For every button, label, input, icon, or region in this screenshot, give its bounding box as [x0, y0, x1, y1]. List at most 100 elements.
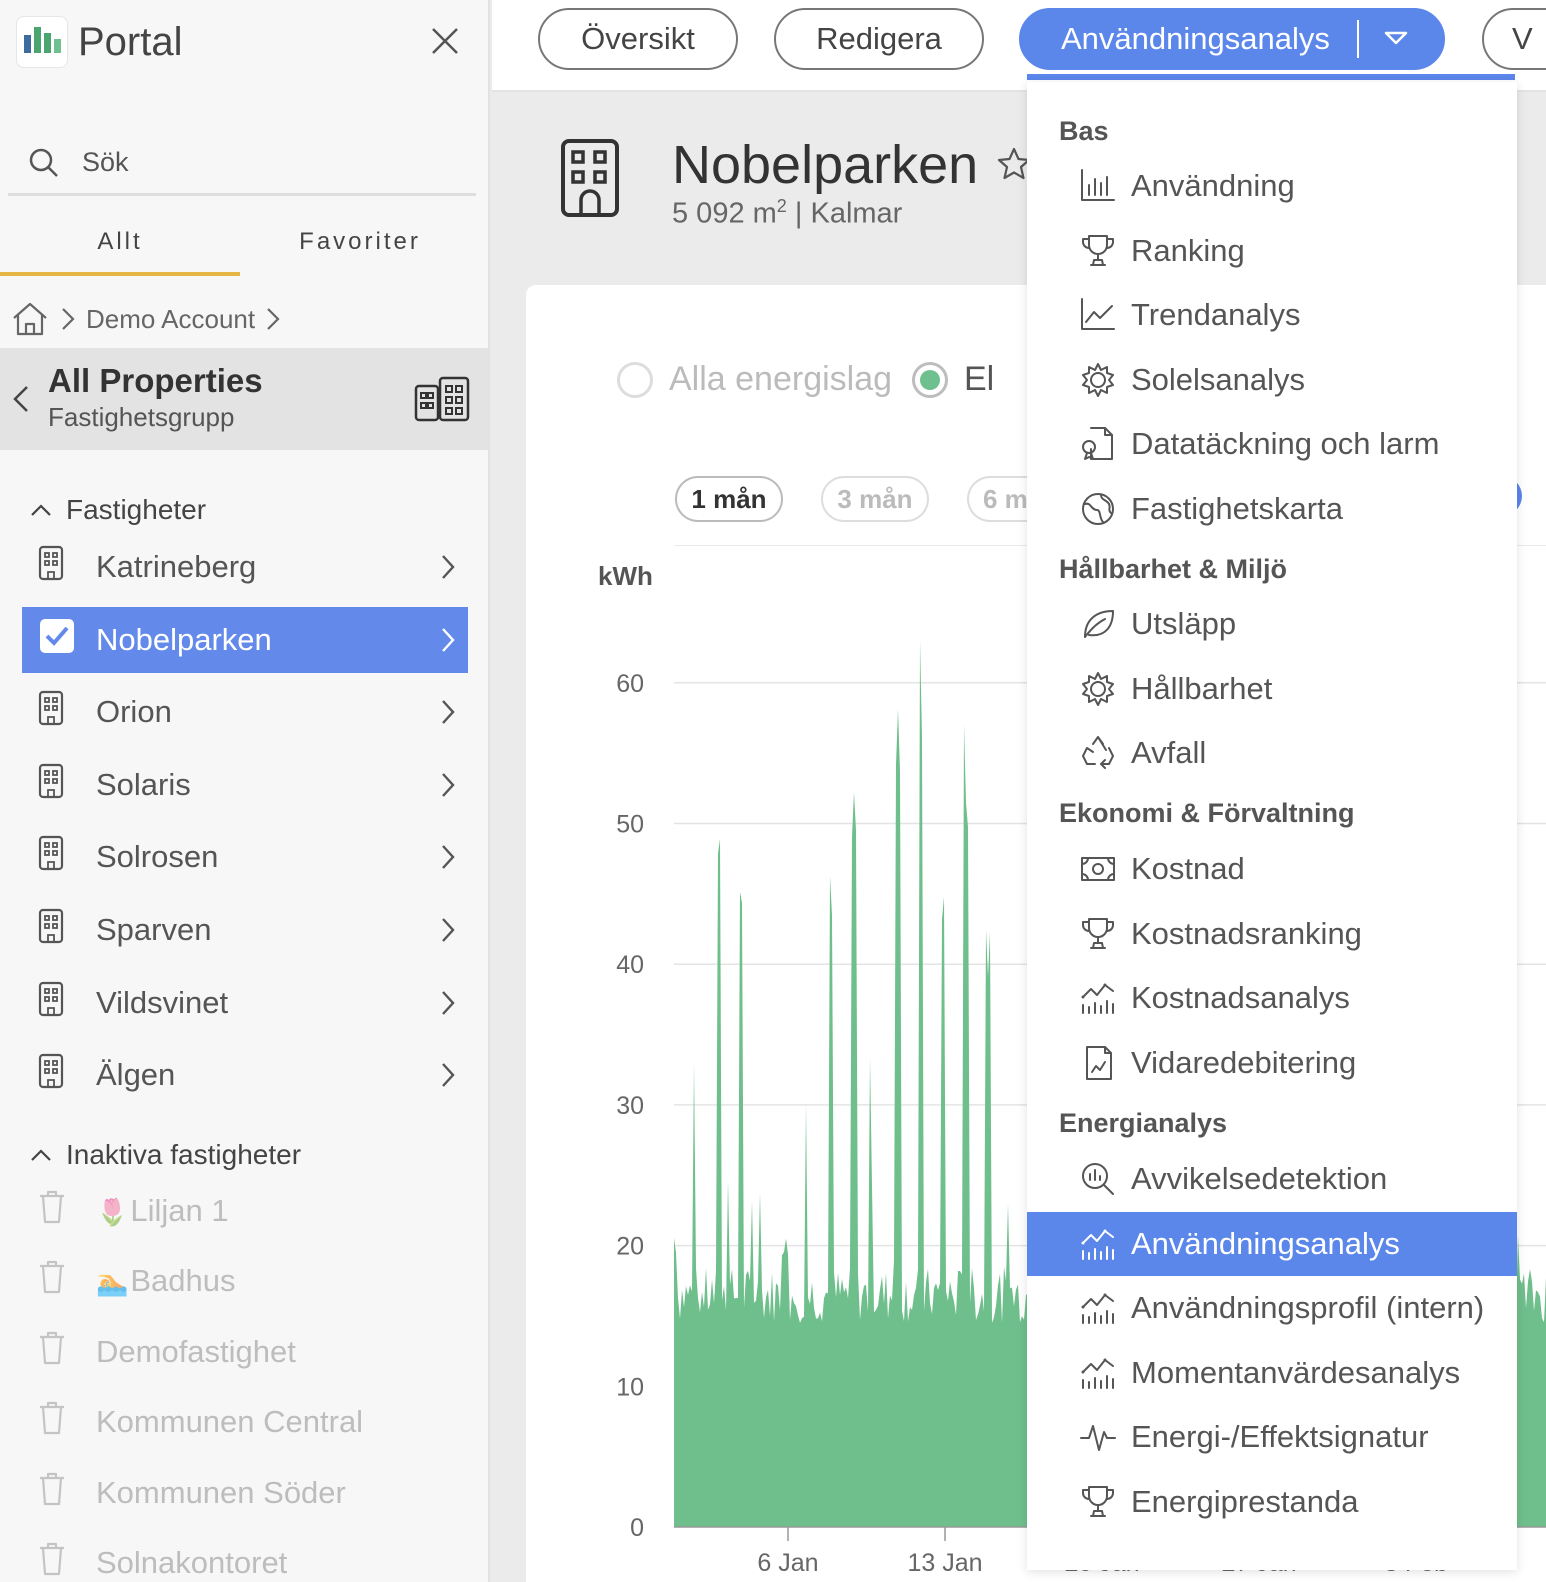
- building-icon: [38, 545, 64, 581]
- analytics-icon: [1081, 1229, 1114, 1260]
- sidebar-item-property[interactable]: Solrosen: [22, 824, 468, 890]
- menu-item[interactable]: Hållbarhet: [1027, 657, 1517, 721]
- menu-item[interactable]: Utsläpp: [1027, 592, 1517, 656]
- tab-oversikt[interactable]: Översikt: [538, 8, 738, 70]
- menu-item[interactable]: Datatäckning och larm: [1027, 412, 1517, 476]
- tab-redigera[interactable]: Redigera: [774, 8, 984, 70]
- menu-item[interactable]: Momentanvärdesanalys: [1027, 1341, 1517, 1405]
- home-icon[interactable]: [10, 300, 50, 338]
- menu-item-label: Användningsanalys: [1131, 1225, 1400, 1261]
- property-icon: [38, 617, 74, 663]
- section-fastigheter-label: Fastigheter: [66, 494, 207, 525]
- analytics-icon: [1081, 983, 1114, 1014]
- menu-item-icon: [1079, 490, 1117, 528]
- sidebar-item-property[interactable]: Vildsvinet: [22, 970, 468, 1036]
- menu-item-icon: [1079, 670, 1117, 708]
- section-inaktiva[interactable]: Inaktiva fastigheter: [30, 1139, 301, 1171]
- menu-item[interactable]: Avvikelsedetektion: [1027, 1147, 1517, 1211]
- trophy-icon: [1082, 917, 1114, 949]
- menu-item[interactable]: Kostnadsranking: [1027, 902, 1517, 966]
- menu-item[interactable]: Vidaredebitering: [1027, 1031, 1517, 1095]
- sidebar-item-inactive-property[interactable]: Solnakontoret: [22, 1530, 468, 1582]
- radio-alla-energislag[interactable]: Alla energislag: [617, 360, 892, 399]
- menu-item-icon: [1079, 1418, 1117, 1456]
- app-name: Portal: [78, 19, 183, 64]
- menu-item[interactable]: Användningsanalys: [1027, 1211, 1517, 1276]
- magnifier-chart-icon: [1082, 1163, 1114, 1195]
- tab-allt[interactable]: Allt: [0, 212, 240, 276]
- tab-favoriter[interactable]: Favoriter: [240, 212, 480, 276]
- period-1-man[interactable]: 1 mån: [675, 476, 783, 522]
- y-tick-label: 20: [616, 1233, 644, 1261]
- menu-item[interactable]: Solelsanalys: [1027, 348, 1517, 412]
- brand[interactable]: Portal: [16, 16, 183, 68]
- trash-icon: [38, 1472, 68, 1514]
- chevron-left-icon[interactable]: [12, 384, 30, 414]
- sidebar-item-property[interactable]: Katrineberg: [22, 534, 468, 600]
- menu-item[interactable]: Trendanalys: [1027, 283, 1517, 347]
- menu-item[interactable]: Avfall: [1027, 721, 1517, 785]
- menu-item[interactable]: Fastighetskarta: [1027, 477, 1517, 541]
- sidebar-item-inactive-property[interactable]: Kommunen Central: [22, 1389, 468, 1455]
- sidebar-item-inactive-property[interactable]: Demofastighet: [22, 1319, 468, 1385]
- property-emoji: 🏊: [96, 1267, 129, 1298]
- menu-item-label: Användningsprofil (intern): [1131, 1290, 1485, 1325]
- tab-next[interactable]: V: [1482, 8, 1546, 70]
- menu-item[interactable]: Kostnadsanalys: [1027, 966, 1517, 1030]
- y-tick-label: 60: [616, 670, 644, 698]
- inactive-property-label: 🏊Badhus: [96, 1263, 236, 1299]
- section-fastigheter[interactable]: Fastigheter: [30, 494, 206, 526]
- trash-icon: [38, 1542, 68, 1582]
- radio-el[interactable]: El: [912, 360, 994, 399]
- sun-icon: [1082, 362, 1114, 397]
- sidebar-item-inactive-property[interactable]: 🏊Badhus: [22, 1248, 468, 1314]
- sidebar-item-property[interactable]: Älgen: [22, 1042, 468, 1108]
- menu-section-title: Ekonomi & Förvaltning: [1059, 798, 1355, 828]
- inactive-property-name: Badhus: [130, 1263, 236, 1299]
- menu-item[interactable]: Kostnad: [1027, 837, 1517, 901]
- y-axis-label: kWh: [598, 561, 653, 591]
- sidebar-item-property[interactable]: Nobelparken: [22, 606, 468, 673]
- close-icon[interactable]: [430, 26, 460, 56]
- period-3-man[interactable]: 3 mån: [821, 476, 929, 522]
- search-input[interactable]: [82, 147, 442, 178]
- inactive-property-name: Liljan 1: [130, 1193, 229, 1228]
- property-meta: 5 092 m2 | Kalmar: [672, 196, 902, 231]
- leaf-icon: [1084, 610, 1114, 638]
- recycle-icon: [1082, 736, 1114, 769]
- menu-item-icon: [1079, 1225, 1117, 1263]
- chevron-up-icon: [31, 504, 51, 516]
- menu-item[interactable]: Energi-/Effektsignatur: [1027, 1405, 1517, 1469]
- pulse-icon: [1080, 1425, 1116, 1451]
- radio-el-label: El: [964, 360, 995, 398]
- menu-item[interactable]: Energiprestanda: [1027, 1470, 1517, 1534]
- chevron-right-icon: [267, 308, 280, 330]
- inactive-property-label: Demofastighet: [96, 1334, 296, 1370]
- sidebar-item-property[interactable]: Sparven: [22, 897, 468, 963]
- tab-anvandningsanalys[interactable]: Användningsanalys: [1019, 8, 1445, 70]
- menu-item-label: Kostnadsanalys: [1131, 980, 1350, 1015]
- menu-item-icon: [1079, 361, 1117, 399]
- building-icon: [38, 981, 64, 1016]
- menu-item-icon: [1079, 1354, 1117, 1392]
- menu-item-icon: [1079, 425, 1117, 463]
- menu-section-title: Bas: [1059, 116, 1109, 146]
- menu-item-label: Avvikelsedetektion: [1131, 1161, 1388, 1196]
- divider: [1357, 20, 1359, 58]
- sidebar-item-property[interactable]: Solaris: [22, 752, 468, 818]
- property-group-card[interactable]: All Properties Fastighetsgrupp: [0, 348, 488, 450]
- breadcrumb-demo-account[interactable]: Demo Account: [86, 304, 255, 335]
- property-label: Vildsvinet: [96, 984, 229, 1020]
- menu-item-icon: [1079, 850, 1117, 888]
- sidebar-item-inactive-property[interactable]: Kommunen Söder: [22, 1460, 468, 1526]
- menu-item[interactable]: Ranking: [1027, 219, 1517, 283]
- buildings-icon: [414, 376, 470, 422]
- group-title: All Properties: [48, 362, 263, 399]
- chevron-down-icon[interactable]: [1383, 30, 1409, 46]
- property-icon: [38, 908, 66, 952]
- y-tick-label: 40: [616, 951, 644, 979]
- menu-item[interactable]: Användning: [1027, 154, 1517, 218]
- sidebar-item-property[interactable]: Orion: [22, 679, 468, 745]
- sidebar-item-inactive-property[interactable]: 🌷Liljan 1: [22, 1178, 468, 1244]
- menu-item[interactable]: Användningsprofil (intern): [1027, 1276, 1517, 1340]
